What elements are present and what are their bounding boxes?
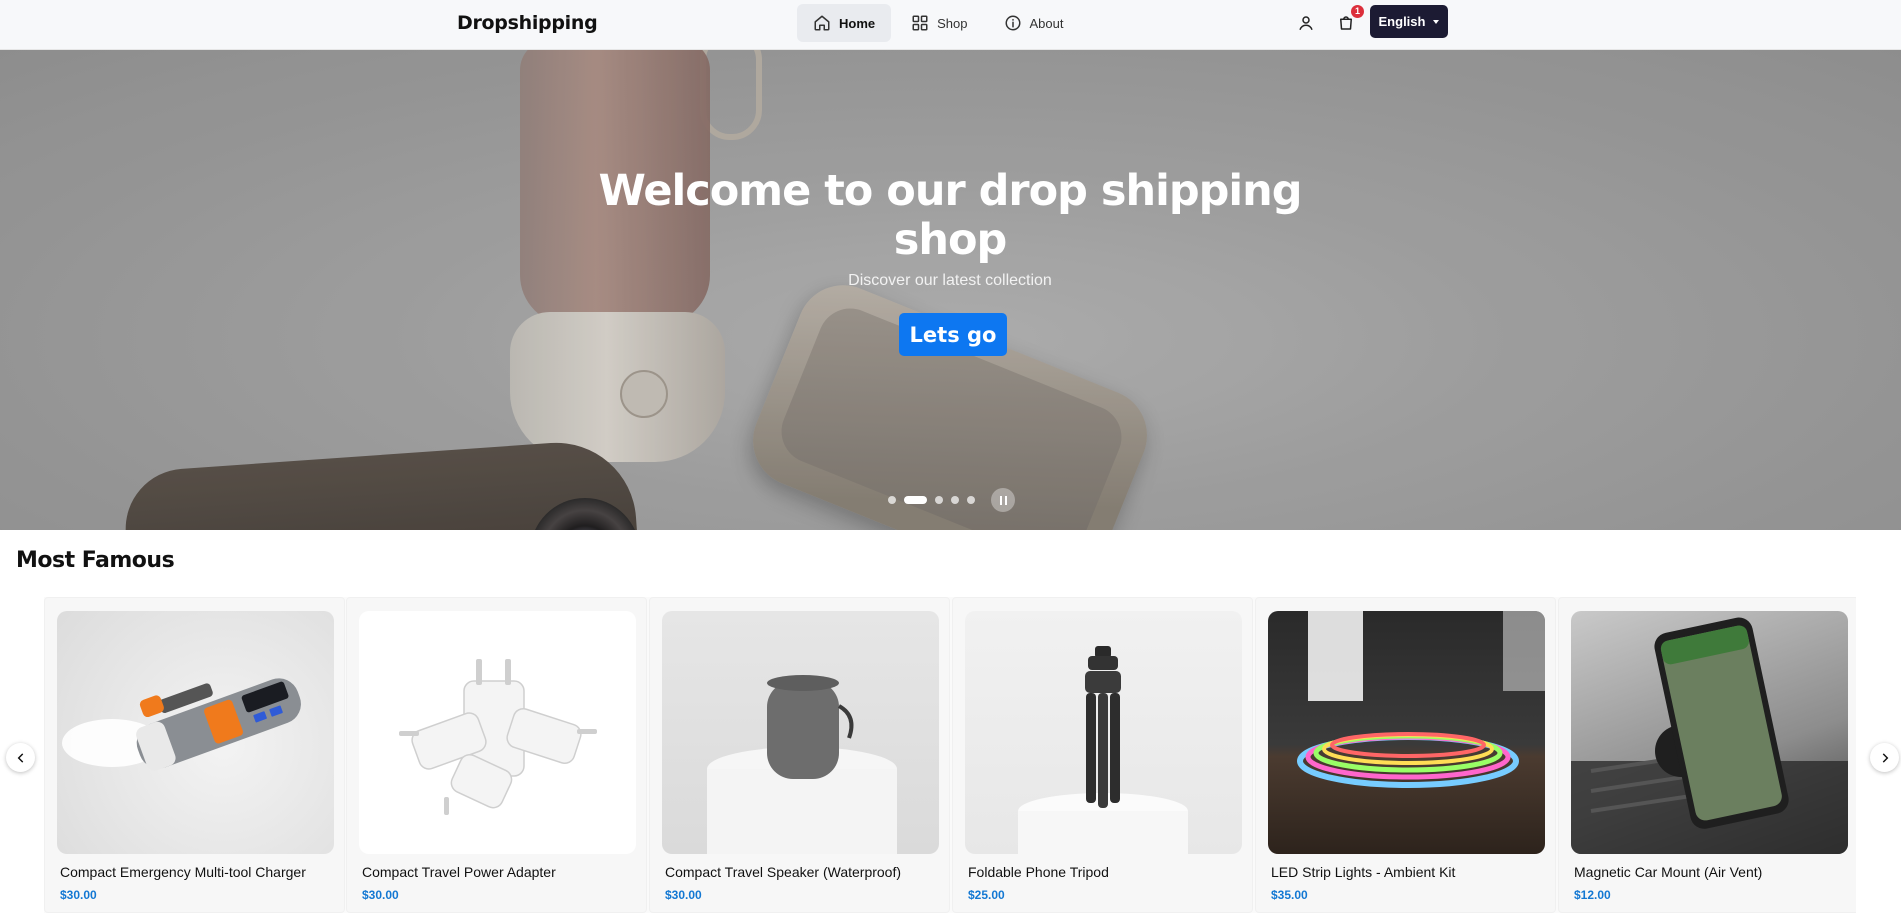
product-price: $25.00 — [968, 888, 1005, 902]
product-name: Compact Travel Power Adapter — [362, 864, 556, 880]
slide-dot-active[interactable] — [904, 496, 927, 504]
product-card[interactable]: Foldable Phone Tripod $25.00 — [952, 597, 1253, 913]
product-image-flashlight-charger — [57, 611, 334, 854]
pause-button[interactable] — [991, 488, 1015, 512]
product-card[interactable]: Compact Emergency Multi-tool Charger $30… — [44, 597, 345, 913]
product-image-travel-adapter — [359, 611, 636, 854]
info-icon — [1005, 15, 1020, 31]
product-name: Foldable Phone Tripod — [968, 864, 1109, 880]
carousel-next-button[interactable] — [1870, 743, 1899, 772]
nav-about[interactable]: About — [988, 4, 1080, 42]
product-image-car-mount — [1571, 611, 1848, 854]
product-price: $30.00 — [665, 888, 702, 902]
product-price: $30.00 — [362, 888, 399, 902]
hero-title: Welcome to our drop shipping shop — [598, 166, 1302, 265]
carousel-prev-button[interactable] — [6, 743, 35, 772]
product-name: Compact Emergency Multi-tool Charger — [60, 864, 306, 880]
home-icon — [814, 15, 830, 31]
main-nav: Home Shop About — [797, 4, 1079, 42]
account-button[interactable] — [1295, 12, 1317, 34]
hero-subtitle: Discover our latest collection — [848, 272, 1052, 289]
nav-shop-label: Shop — [937, 15, 968, 31]
product-name: Compact Travel Speaker (Waterproof) — [665, 864, 902, 880]
product-card[interactable]: Magnetic Car Mount (Air Vent) $12.00 — [1558, 597, 1856, 913]
nav-shop[interactable]: Shop — [895, 4, 983, 42]
nav-home-label: Home — [839, 15, 876, 31]
product-image-tripod — [965, 611, 1242, 854]
product-card[interactable]: Compact Travel Speaker (Waterproof) $30.… — [649, 597, 950, 913]
product-price: $35.00 — [1271, 888, 1308, 902]
product-image-led-strip — [1268, 611, 1545, 854]
brand-logo[interactable]: Dropshipping — [457, 12, 598, 34]
product-price: $12.00 — [1574, 888, 1611, 902]
hero-banner: Welcome to our drop shipping shop Discov… — [0, 50, 1901, 530]
chevron-right-icon — [1882, 752, 1888, 763]
lets-go-button[interactable]: Lets go — [899, 313, 1007, 356]
product-carousel: Compact Emergency Multi-tool Charger $30… — [44, 597, 1856, 913]
slide-dot[interactable] — [967, 496, 975, 504]
product-name: LED Strip Lights - Ambient Kit — [1271, 864, 1456, 880]
cart-count-badge: 1 — [1351, 5, 1364, 18]
slide-dot[interactable] — [935, 496, 943, 504]
slide-dot[interactable] — [888, 496, 896, 504]
carousel-indicators — [888, 488, 1015, 512]
chevron-down-icon — [1433, 19, 1440, 24]
section-title: Most Famous — [16, 548, 175, 573]
user-icon — [1299, 16, 1313, 31]
nav-home[interactable]: Home — [797, 4, 892, 42]
cart-icon — [1340, 16, 1352, 30]
product-image-speaker — [662, 611, 939, 854]
product-card[interactable]: Compact Travel Power Adapter $30.00 — [346, 597, 647, 913]
pause-icon — [999, 495, 1002, 505]
slide-dot[interactable] — [951, 496, 959, 504]
chevron-left-icon — [17, 752, 23, 763]
cart-button[interactable]: 1 — [1335, 5, 1364, 34]
product-name: Magnetic Car Mount (Air Vent) — [1574, 864, 1763, 880]
grid-icon — [912, 15, 928, 31]
product-price: $30.00 — [60, 888, 97, 902]
language-dropdown[interactable]: English — [1370, 5, 1448, 38]
language-label: English — [1378, 14, 1426, 29]
product-card[interactable]: LED Strip Lights - Ambient Kit $35.00 — [1255, 597, 1556, 913]
top-navbar: Dropshipping Home Shop About 1 English — [0, 0, 1901, 50]
nav-about-label: About — [1029, 15, 1064, 31]
